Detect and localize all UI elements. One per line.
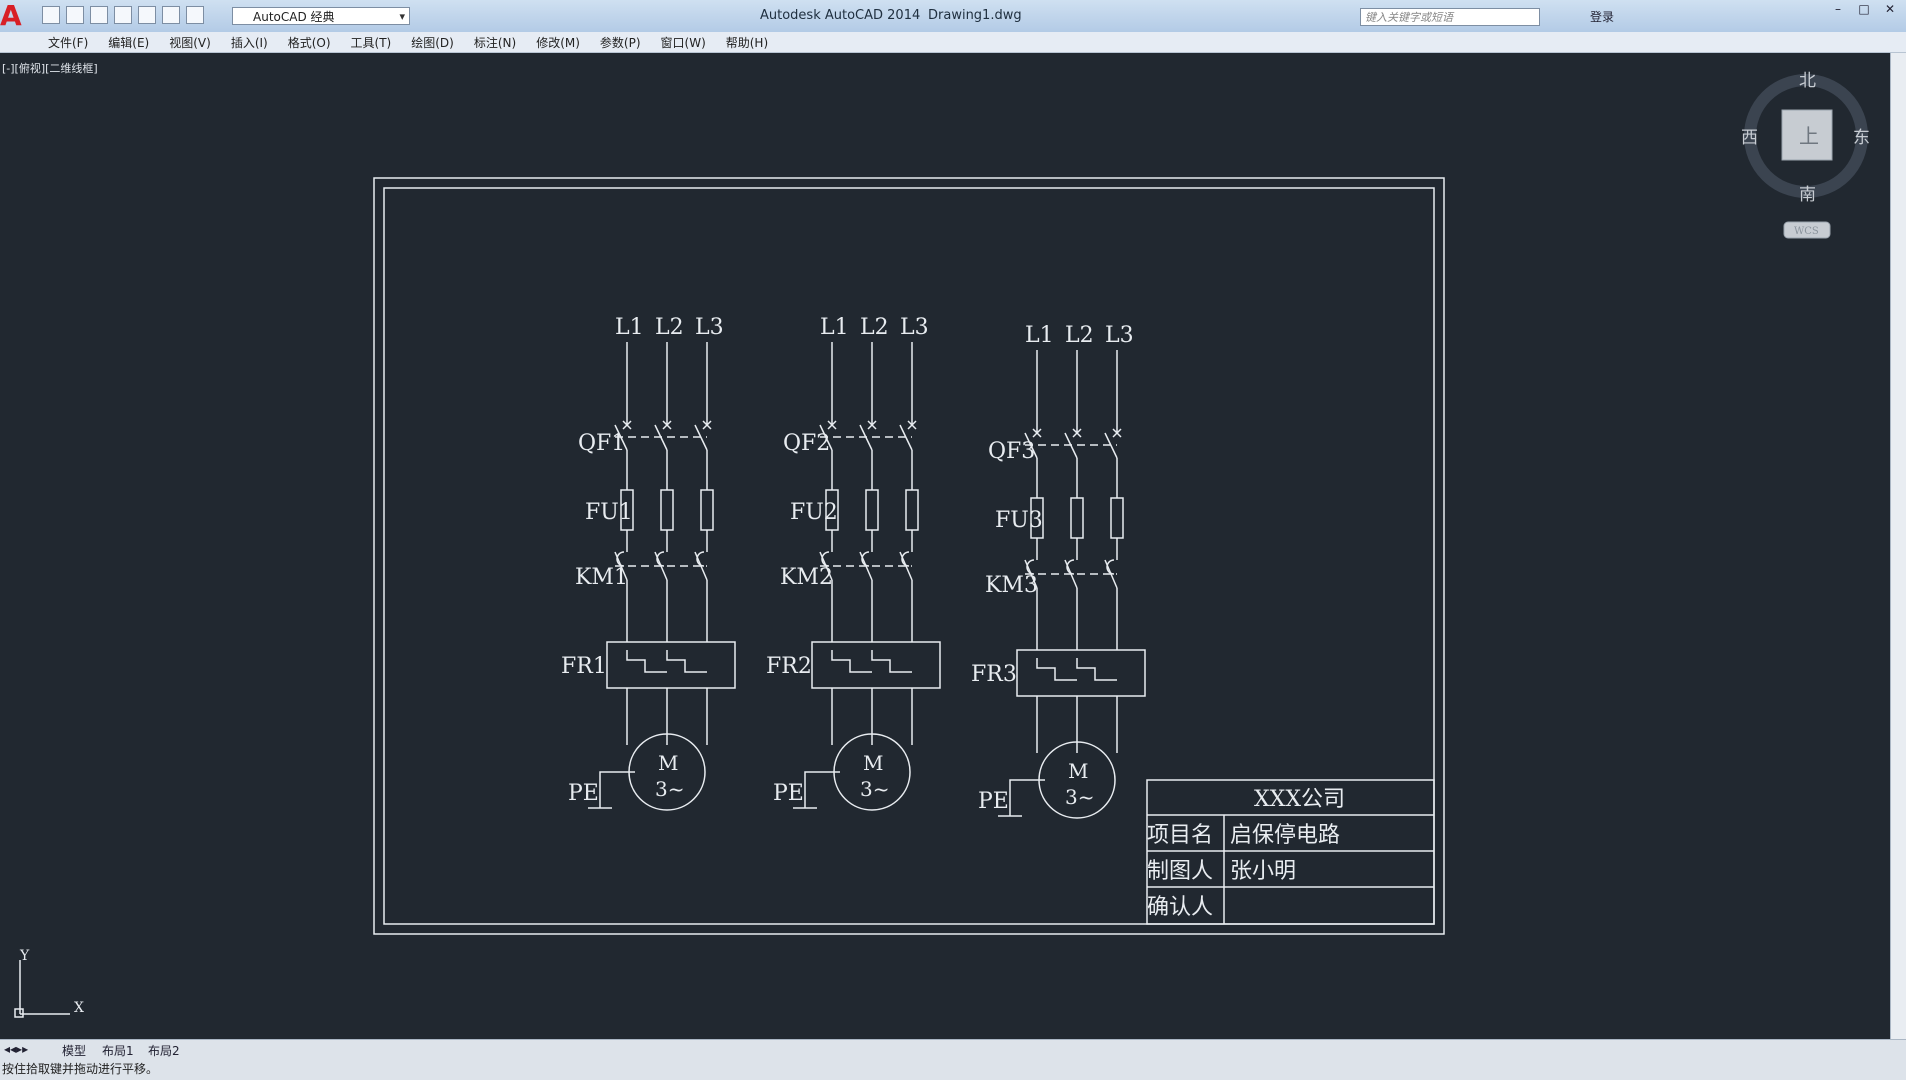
motor-label: M	[863, 751, 883, 775]
fuse-symbol	[700, 489, 714, 531]
title-company: XXX公司	[1254, 787, 1345, 812]
viewcube-west[interactable]: 西	[1741, 128, 1758, 148]
viewcube-north[interactable]: 北	[1799, 71, 1816, 91]
fuse-symbol	[1070, 497, 1084, 539]
relay-label: FR2	[766, 654, 812, 679]
fuse-label: FU2	[790, 500, 838, 525]
contactor-label: KM2	[780, 565, 833, 590]
motor-label: M	[1068, 759, 1088, 783]
status-bar: 按住拾取键并拖动进行平移。	[0, 1058, 1906, 1080]
fuse-label: FU3	[995, 508, 1043, 533]
thermal-element	[831, 650, 872, 673]
breaker-label: QF2	[783, 431, 830, 456]
fuse-symbol	[660, 489, 674, 531]
drawing-frame-outer	[373, 177, 1445, 935]
phase-label-l1: L1	[615, 315, 644, 340]
tab-model[interactable]: 模型	[62, 1042, 86, 1059]
fuse-symbol	[905, 489, 919, 531]
breaker-label: QF1	[578, 431, 625, 456]
tab-layout1[interactable]: 布局1	[102, 1042, 134, 1059]
thermal-relay-box	[606, 641, 736, 689]
fuse-symbol	[1110, 497, 1124, 539]
contactor-label: KM3	[985, 573, 1038, 598]
phase-label-l3: L3	[900, 315, 929, 340]
circuit-3: L1 L2 L3 M3~ PE QF3 FU3 KM3 FR3	[971, 323, 1146, 819]
phase-label-l2: L2	[1065, 323, 1094, 348]
title-project-value: 启保停电路	[1230, 823, 1340, 848]
viewcube-east[interactable]: 东	[1853, 128, 1870, 148]
title-project-label: 项目名	[1147, 823, 1213, 848]
drawing-svg: L1 L2 L3M3~PEQF1FU1KM1FR1 L1 L2 L3M3~PEQF2FU…	[14, 71, 1870, 1018]
ucs-y-label: Y	[19, 948, 30, 964]
phase-label-l1: L1	[1025, 323, 1054, 348]
phase-label-l2: L2	[655, 315, 684, 340]
thermal-element	[1076, 658, 1117, 681]
tab-layout2[interactable]: 布局2	[148, 1042, 180, 1059]
drawing-frame-inner	[383, 187, 1435, 925]
phase-label-l2: L2	[860, 315, 889, 340]
viewcube[interactable]	[1744, 74, 1868, 239]
contactor-label: KM1	[575, 565, 628, 590]
motor-phase-label: 3~	[655, 777, 684, 801]
wcs-label: WCS	[1794, 226, 1819, 237]
thermal-element	[871, 650, 912, 673]
motor-label: M	[658, 751, 678, 775]
title-drafter-label: 制图人	[1147, 859, 1213, 884]
breaker-label: QF3	[988, 439, 1035, 464]
title-approver-label: 确认人	[1147, 895, 1213, 920]
phase-label-l1: L1	[820, 315, 849, 340]
thermal-element	[626, 650, 667, 673]
thermal-element	[1036, 658, 1077, 681]
relay-label: FR3	[971, 662, 1017, 687]
phase-label-l3: L3	[695, 315, 724, 340]
ground-label: PE	[978, 789, 1009, 814]
ucs-icon	[14, 960, 70, 1018]
phase-label-l3: L3	[1105, 323, 1134, 348]
thermal-element	[666, 650, 707, 673]
fuse-symbol	[865, 489, 879, 531]
tab-nav-arrows[interactable]: ◂◂▸▸	[4, 1042, 28, 1056]
circuit-2: L1 L2 L3 M3~ PE QF2 FU2 KM2 FR2	[766, 315, 941, 811]
viewcube-top-label: 上	[1799, 124, 1819, 148]
thermal-relay-box	[1016, 649, 1146, 697]
vertical-scrollbar[interactable]	[1890, 53, 1906, 1039]
ucs-x-label: X	[74, 1000, 84, 1016]
circuit-1: L1 L2 L3 M3~ PE QF1 FU1 KM1 FR1	[561, 315, 736, 811]
viewcube-south[interactable]: 南	[1799, 185, 1816, 205]
relay-label: FR1	[561, 654, 607, 679]
fuse-label: FU1	[585, 500, 633, 525]
motor-phase-label: 3~	[1065, 785, 1094, 809]
thermal-relay-box	[811, 641, 941, 689]
layout-tabs: ◂◂▸▸ 模型 布局1 布局2	[0, 1039, 1906, 1059]
title-drafter-value: 张小明	[1230, 859, 1296, 884]
ground-label: PE	[773, 781, 804, 806]
ground-label: PE	[568, 781, 599, 806]
motor-phase-label: 3~	[860, 777, 889, 801]
